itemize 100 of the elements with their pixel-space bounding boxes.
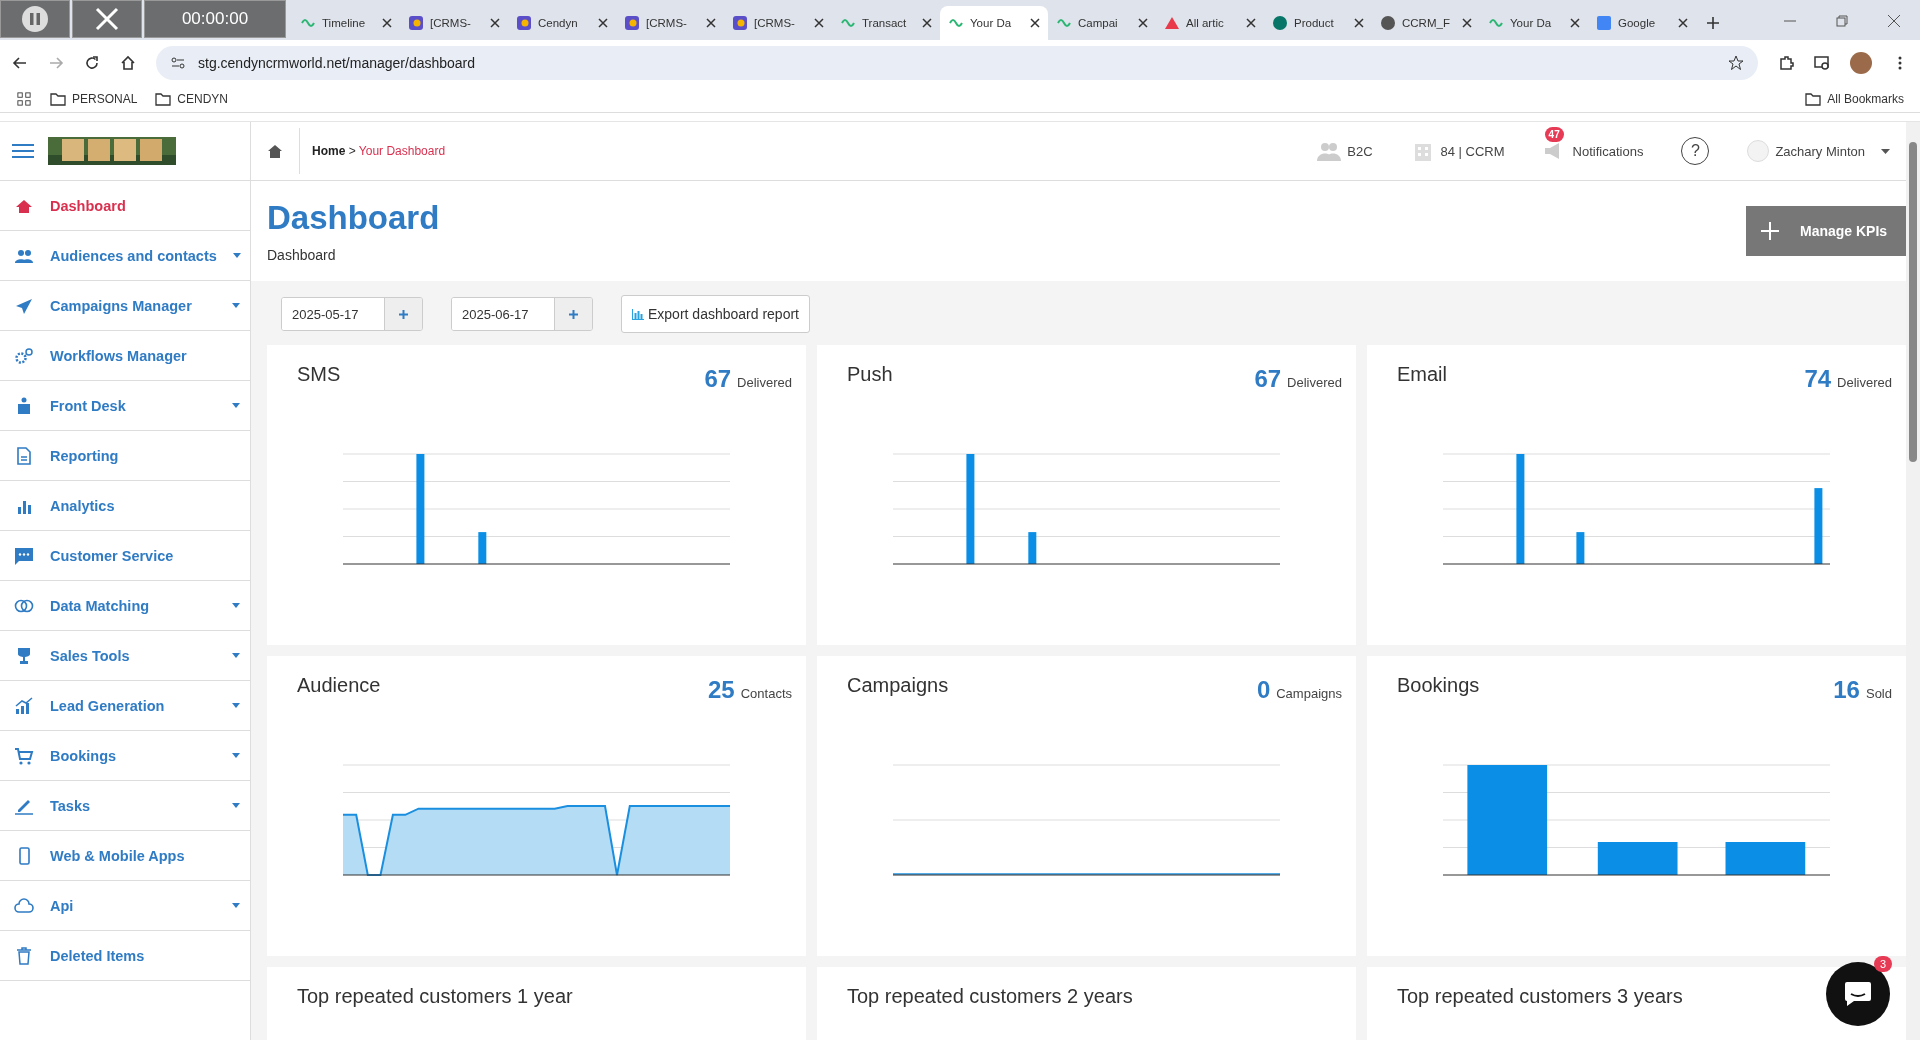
extensions-icon[interactable] [1778, 55, 1794, 71]
sidebar-item[interactable]: Lead Generation [0, 681, 250, 731]
kpi-value: 0 [1256, 676, 1271, 704]
favicon-icon [408, 15, 424, 31]
close-icon[interactable] [706, 18, 716, 28]
kpi-value: 67 [1254, 365, 1282, 393]
home-icon[interactable] [268, 144, 282, 158]
sidebar-item[interactable]: Customer Service [0, 531, 250, 581]
sidebar-item[interactable]: Tasks [0, 781, 250, 831]
chart-bar [1576, 532, 1585, 564]
sidebar-item[interactable]: Sales Tools [0, 631, 250, 681]
home-icon[interactable] [120, 55, 136, 71]
close-icon[interactable] [490, 18, 500, 28]
browser-tab[interactable]: Timeline [292, 6, 400, 40]
browser-tab[interactable]: [CRMS- [400, 6, 508, 40]
close-icon[interactable] [598, 18, 608, 28]
page-subtitle: Dashboard [267, 247, 337, 263]
sidebar-item[interactable]: Web & Mobile Apps [0, 831, 250, 881]
avatar-icon[interactable] [1850, 52, 1872, 74]
close-icon[interactable] [382, 18, 392, 28]
kpi-value: 67 [704, 365, 732, 393]
browser-tab[interactable]: Transact [832, 6, 940, 40]
pause-button[interactable] [0, 0, 70, 38]
close-icon[interactable] [1354, 18, 1364, 28]
browser-tab[interactable]: Cendyn [508, 6, 616, 40]
sidebar-item[interactable]: Dashboard [0, 181, 250, 231]
notifications-link[interactable]: Notifications [1572, 143, 1644, 159]
close-icon[interactable] [1888, 15, 1900, 27]
close-button[interactable] [72, 0, 142, 38]
property-label[interactable]: 84 | CCRM [1440, 143, 1505, 159]
browser-tab[interactable]: [CRMS- [616, 6, 724, 40]
apps-icon[interactable] [16, 92, 32, 106]
card-title: Push [847, 363, 893, 386]
favicon-icon [1380, 15, 1396, 31]
site-settings-icon[interactable] [170, 55, 186, 71]
close-icon[interactable] [1462, 18, 1472, 28]
card-title: Bookings [1397, 674, 1480, 697]
folder-icon [50, 92, 66, 106]
favicon-icon [1272, 15, 1288, 31]
manage-kpis-button[interactable]: Manage KPIs [1746, 206, 1906, 256]
page-title: Dashboard [267, 199, 440, 237]
kpi-unit: Campaigns [1276, 686, 1342, 701]
end-date-field[interactable]: 2025-06-17 [451, 297, 593, 331]
close-icon[interactable] [814, 18, 824, 28]
close-icon[interactable] [1246, 18, 1256, 28]
kpi-value: 16 [1833, 676, 1860, 704]
browser-tab[interactable]: [CRMS- [724, 6, 832, 40]
sidebar-item[interactable]: Analytics [0, 481, 250, 531]
growth-chart-icon [14, 696, 34, 715]
favicon-icon [1596, 15, 1612, 31]
browser-tab[interactable]: Google [1588, 6, 1696, 40]
close-icon[interactable] [1570, 18, 1580, 28]
restore-icon[interactable] [1836, 15, 1848, 27]
favicon-icon [732, 15, 748, 31]
bookmark-star-icon[interactable] [1728, 55, 1744, 71]
browser-tab[interactable]: Campai [1048, 6, 1156, 40]
caret-icon[interactable] [1881, 148, 1890, 154]
folder-icon [155, 92, 172, 106]
bookmark-folder[interactable]: CENDYN [155, 92, 229, 106]
breadcrumb: Home > Your Dashboard [311, 144, 446, 158]
user-name[interactable]: Zachary Minton [1775, 143, 1865, 159]
sidebar-item[interactable]: Data Matching [0, 581, 250, 631]
browser-tab[interactable]: Your Da [1480, 6, 1588, 40]
card-title: Top repeated customers 3 years [1397, 985, 1683, 1008]
close-icon[interactable] [1138, 18, 1148, 28]
chat-icon [1844, 981, 1872, 1007]
sidebar-item[interactable]: Bookings [0, 731, 250, 781]
sidebar-item[interactable]: Front Desk [0, 381, 250, 431]
browser-tab[interactable]: CCRM_F [1372, 6, 1480, 40]
close-icon[interactable] [1030, 18, 1040, 28]
close-icon[interactable] [922, 18, 932, 28]
chat-icon [14, 546, 34, 565]
sidebar-item[interactable]: Workflows Manager [0, 331, 250, 381]
browser-tab[interactable]: Product [1264, 6, 1372, 40]
bookmark-folder[interactable]: All Bookmarks [1805, 92, 1904, 106]
new-tab-icon[interactable] [1706, 16, 1720, 30]
bookmark-folder[interactable]: PERSONAL [50, 92, 138, 106]
plus-icon [1760, 221, 1780, 241]
scrollbar-thumb[interactable] [1909, 142, 1917, 462]
search-tab-icon[interactable] [1814, 55, 1830, 71]
start-date-field[interactable]: 2025-05-17 [281, 297, 423, 331]
kpi-unit: Contacts [740, 686, 792, 701]
kpi-unit: Delivered [737, 375, 792, 390]
browser-tab[interactable]: All artic [1156, 6, 1264, 40]
close-icon[interactable] [1678, 18, 1688, 28]
export-button[interactable]: Export dashboard report [621, 295, 810, 333]
b2c-label[interactable]: B2C [1347, 143, 1373, 159]
back-icon[interactable] [12, 55, 28, 71]
sidebar-item[interactable]: Deleted Items [0, 931, 250, 981]
bar-chart-icon [632, 308, 644, 320]
card-title: Top repeated customers 2 years [847, 985, 1133, 1008]
reload-icon[interactable] [84, 55, 100, 71]
gears-icon [14, 346, 34, 365]
browser-tab[interactable]: Your Da [940, 6, 1048, 40]
sidebar-item[interactable]: Api [0, 881, 250, 931]
sidebar-item[interactable]: Campaigns Manager [0, 281, 250, 331]
sidebar-item[interactable]: Audiences and contacts [0, 231, 250, 281]
address-bar[interactable]: stg.cendyncrmworld.net/manager/dashboard [156, 46, 1758, 80]
sidebar-item[interactable]: Reporting [0, 431, 250, 481]
notification-badge: 47 [1544, 127, 1564, 142]
